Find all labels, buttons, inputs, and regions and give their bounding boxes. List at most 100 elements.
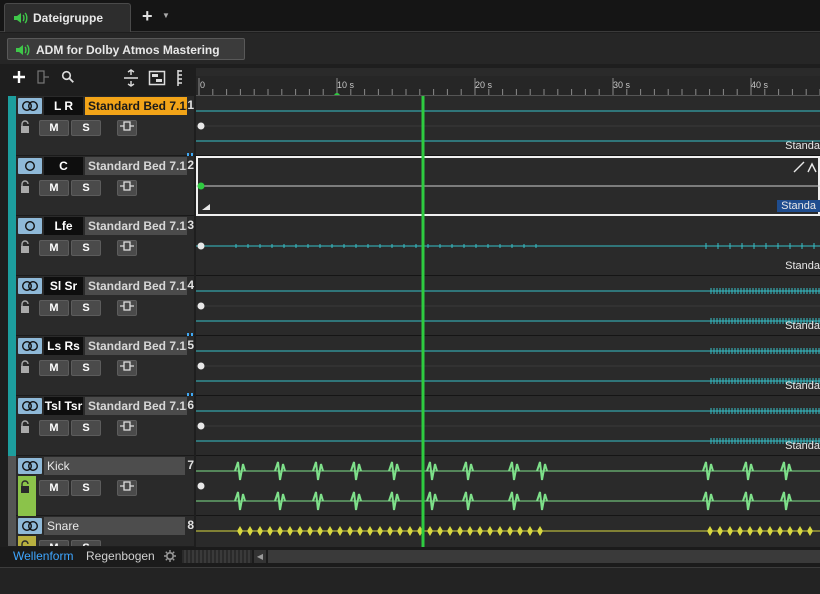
track-name[interactable]: Kick bbox=[44, 457, 185, 475]
time-ruler[interactable]: 0 10 s 20 s 30 s 40 s bbox=[196, 76, 820, 96]
route-button[interactable] bbox=[117, 300, 137, 316]
lock-icon[interactable] bbox=[19, 480, 31, 497]
bed-selector[interactable]: Standard Bed 7.1. bbox=[85, 337, 187, 355]
track-name[interactable]: Sl Sr bbox=[44, 277, 83, 295]
track-header[interactable]: Sl Sr Standard Bed 7.1. 4 M S bbox=[8, 276, 194, 339]
tab-label: Dateigruppe bbox=[33, 11, 104, 25]
route-button[interactable] bbox=[117, 420, 137, 436]
waveform-hit bbox=[377, 526, 383, 536]
overview-strip[interactable] bbox=[182, 550, 252, 563]
mute-button[interactable]: M bbox=[39, 480, 69, 496]
add-track-icon[interactable] bbox=[11, 69, 31, 91]
clip-label-selected[interactable]: Standa bbox=[777, 200, 820, 212]
bed-selector[interactable]: Standard Bed 7.1. bbox=[85, 157, 187, 175]
clip-label[interactable]: Standa bbox=[785, 440, 820, 452]
timeline[interactable]: 0 10 s 20 s 30 s 40 s Standa Standa Stan… bbox=[196, 68, 820, 548]
track-name[interactable]: Snare bbox=[44, 517, 185, 535]
track-header[interactable]: L R Standard Bed 7.1. 1 M S bbox=[8, 96, 194, 159]
clip-label[interactable]: Standa bbox=[785, 260, 820, 272]
track-header[interactable]: Kick 7 M S bbox=[8, 456, 194, 516]
waveform-hit bbox=[397, 526, 403, 536]
solo-button[interactable]: S bbox=[71, 180, 101, 196]
waveform-hit bbox=[747, 526, 753, 536]
stereo-link-icon[interactable] bbox=[18, 338, 42, 354]
more-icon[interactable] bbox=[174, 69, 194, 91]
track-name[interactable]: L R bbox=[44, 97, 83, 115]
mono-icon[interactable] bbox=[18, 158, 42, 174]
lock-icon[interactable] bbox=[19, 360, 31, 377]
tab-rainbow[interactable]: Regenbogen bbox=[86, 549, 155, 563]
montage-label: ADM for Dolby Atmos Mastering bbox=[36, 43, 220, 57]
stereo-link-icon[interactable] bbox=[18, 458, 42, 474]
mute-button[interactable]: M bbox=[39, 300, 69, 316]
mute-button[interactable]: M bbox=[39, 540, 69, 546]
mute-button[interactable]: M bbox=[39, 360, 69, 376]
bed-selector[interactable]: Standard Bed 7.1. bbox=[85, 217, 187, 235]
stereo-link-icon[interactable] bbox=[18, 278, 42, 294]
track-color-stripe bbox=[8, 276, 16, 336]
solo-button[interactable]: S bbox=[71, 360, 101, 376]
bed-selector[interactable]: Standard Bed 7.1. bbox=[85, 397, 187, 415]
tab-waveform[interactable]: Wellenform bbox=[13, 549, 73, 563]
clip-label[interactable]: Standa bbox=[785, 320, 820, 332]
route-button[interactable] bbox=[117, 180, 137, 196]
stereo-link-icon[interactable] bbox=[18, 518, 42, 534]
horizontal-scrollbar[interactable] bbox=[268, 550, 820, 563]
track-header[interactable]: Snare 8 M S bbox=[8, 516, 194, 546]
clip-label[interactable]: Standa bbox=[785, 380, 820, 392]
track-header[interactable]: Tsl Tsr Standard Bed 7.1. 6 M S bbox=[8, 396, 194, 456]
lock-icon[interactable] bbox=[19, 120, 31, 137]
solo-button[interactable]: S bbox=[71, 480, 101, 496]
bed-selector[interactable]: Standard Bed 7.1. bbox=[85, 277, 187, 295]
track-number: 6 bbox=[187, 398, 194, 412]
solo-button[interactable]: S bbox=[71, 420, 101, 436]
stereo-link-icon[interactable] bbox=[18, 398, 42, 414]
fit-height-icon[interactable] bbox=[123, 69, 143, 91]
mono-icon[interactable] bbox=[18, 218, 42, 234]
gear-icon[interactable] bbox=[164, 550, 176, 565]
tab-bar: Dateigruppe + ▼ bbox=[0, 0, 820, 32]
zoom-icon[interactable] bbox=[60, 69, 80, 91]
track-number: 3 bbox=[187, 218, 194, 232]
montage-button[interactable]: ADM for Dolby Atmos Mastering bbox=[7, 38, 245, 60]
track-name[interactable]: Lfe bbox=[44, 217, 83, 235]
envelope-point bbox=[197, 122, 205, 130]
track-lanes[interactable] bbox=[196, 96, 820, 548]
scroll-left-icon[interactable]: ◀ bbox=[254, 550, 266, 563]
track-color-stripe bbox=[8, 396, 16, 456]
route-button[interactable] bbox=[117, 240, 137, 256]
mute-button[interactable]: M bbox=[39, 120, 69, 136]
route-button[interactable] bbox=[117, 120, 137, 136]
solo-button[interactable]: S bbox=[71, 540, 101, 546]
clip-label[interactable]: Standa bbox=[785, 140, 820, 152]
solo-button[interactable]: S bbox=[71, 240, 101, 256]
mute-button[interactable]: M bbox=[39, 240, 69, 256]
add-tab-button[interactable]: + ▼ bbox=[142, 6, 170, 26]
lock-icon[interactable] bbox=[19, 300, 31, 317]
track-header[interactable]: Ls Rs Standard Bed 7.1. 5 M S bbox=[8, 336, 194, 399]
track-name[interactable]: Tsl Tsr bbox=[44, 397, 83, 415]
stereo-link-icon[interactable] bbox=[18, 98, 42, 114]
bed-selector[interactable]: Standard Bed 7.1. bbox=[85, 97, 187, 115]
route-button[interactable] bbox=[117, 360, 137, 376]
solo-button[interactable]: S bbox=[71, 300, 101, 316]
track-header[interactable]: C Standard Bed 7.1. 2 M S bbox=[8, 156, 194, 216]
track-name[interactable]: Ls Rs bbox=[44, 337, 83, 355]
lock-icon[interactable] bbox=[19, 180, 31, 197]
ruler-ticks bbox=[198, 78, 820, 96]
lock-icon[interactable] bbox=[19, 240, 31, 257]
route-button[interactable] bbox=[117, 480, 137, 496]
lock-icon[interactable] bbox=[19, 420, 31, 437]
mute-button[interactable]: M bbox=[39, 420, 69, 436]
envelope-point bbox=[197, 242, 205, 250]
group-icon[interactable] bbox=[35, 69, 55, 91]
mute-button[interactable]: M bbox=[39, 180, 69, 196]
panel-icon[interactable] bbox=[148, 69, 168, 91]
waveform-hit bbox=[447, 526, 453, 536]
lock-icon[interactable] bbox=[19, 540, 31, 546]
tab-dateigruppe[interactable]: Dateigruppe bbox=[4, 3, 131, 32]
solo-button[interactable]: S bbox=[71, 120, 101, 136]
status-bar bbox=[0, 567, 820, 594]
track-header[interactable]: Lfe Standard Bed 7.1. 3 M S bbox=[8, 216, 194, 276]
track-name[interactable]: C bbox=[44, 157, 83, 175]
